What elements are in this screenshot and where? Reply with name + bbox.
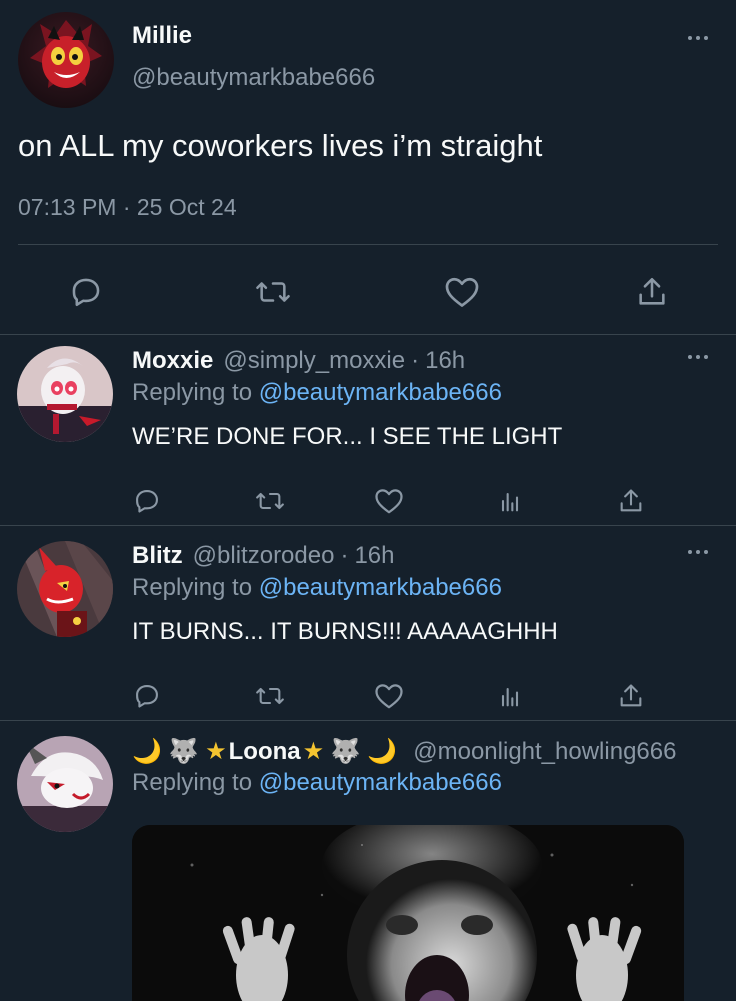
replying-to: Replying to @beautymarkbabe666 [132,379,502,407]
tweet-timestamp[interactable]: 07:13 PM · 25 Oct 24 [18,194,237,221]
mention-link[interactable]: @beautymarkbabe666 [259,769,502,796]
mention-link[interactable]: @beautymarkbabe666 [259,379,502,406]
reply-icon[interactable] [66,272,106,312]
like-icon[interactable] [442,272,482,312]
tweet-thread: Millie @beautymarkbabe666 on ALL my cowo… [0,0,736,1001]
author-handle[interactable]: @beautymarkbabe666 [132,64,375,92]
retweet-icon[interactable] [254,680,286,712]
retweet-icon[interactable] [254,485,286,517]
reply-time[interactable]: 16h [354,542,394,570]
replying-to: Replying to @beautymarkbabe666 [132,574,502,602]
reply-header: 🌙 🐺 ★ Loona ★ 🐺 🌙 @moonlight_howling666 [132,737,676,766]
name-emoji-suffix: ★ 🐺 🌙 [302,738,398,765]
reply-header: Blitz @blitzorodeo · 16h [132,542,395,570]
replying-to-label: Replying to [132,379,253,406]
reply-time[interactable]: 16h [425,347,465,375]
avatar-millie[interactable] [18,12,114,108]
reply-author-handle[interactable]: @moonlight_howling666 [413,738,676,766]
name-emoji-prefix: 🌙 🐺 ★ [132,738,227,765]
reply-author-name[interactable]: Loona [229,738,301,766]
reply-text: IT BURNS... IT BURNS!!! AAAAAGHHH [132,618,558,645]
share-icon[interactable] [632,272,672,312]
reply-icon[interactable] [131,485,163,517]
more-options-icon[interactable] [688,550,708,554]
separator-dot: · [411,347,420,374]
analytics-icon[interactable] [494,680,526,712]
main-tweet: Millie @beautymarkbabe666 on ALL my cowo… [0,0,736,335]
reply-author-name[interactable]: Moxxie [132,347,213,375]
replying-to-label: Replying to [132,574,253,601]
replying-to-label: Replying to [132,769,253,796]
tweet-media-image[interactable] [132,825,684,1001]
separator-dot: · [340,542,349,569]
replying-to: Replying to @beautymarkbabe666 [132,769,502,797]
avatar-blitz[interactable] [17,541,113,637]
more-options-icon[interactable] [688,355,708,359]
divider [18,244,718,245]
author-name[interactable]: Millie [132,22,192,50]
reply-tweet[interactable]: Blitz @blitzorodeo · 16h Replying to @be… [0,530,736,721]
more-options-icon[interactable] [688,36,708,40]
like-icon[interactable] [373,485,405,517]
mention-link[interactable]: @beautymarkbabe666 [259,574,502,601]
share-icon[interactable] [615,680,647,712]
retweet-icon[interactable] [253,272,293,312]
tweet-text: on ALL my coworkers lives i’m straight [18,128,543,163]
analytics-icon[interactable] [494,485,526,517]
reply-author-handle[interactable]: @simply_moxxie [223,347,405,375]
reply-author-handle[interactable]: @blitzorodeo [193,542,335,570]
reply-icon[interactable] [131,680,163,712]
share-icon[interactable] [615,485,647,517]
avatar-moxxie[interactable] [17,346,113,442]
like-icon[interactable] [373,680,405,712]
avatar-loona[interactable] [17,736,113,832]
reply-text: WE’RE DONE FOR... I SEE THE LIGHT [132,423,563,450]
reply-author-name[interactable]: Blitz [132,542,183,570]
reply-tweet[interactable]: Moxxie @simply_moxxie · 16h Replying to … [0,335,736,526]
reply-header: Moxxie @simply_moxxie · 16h [132,347,465,375]
